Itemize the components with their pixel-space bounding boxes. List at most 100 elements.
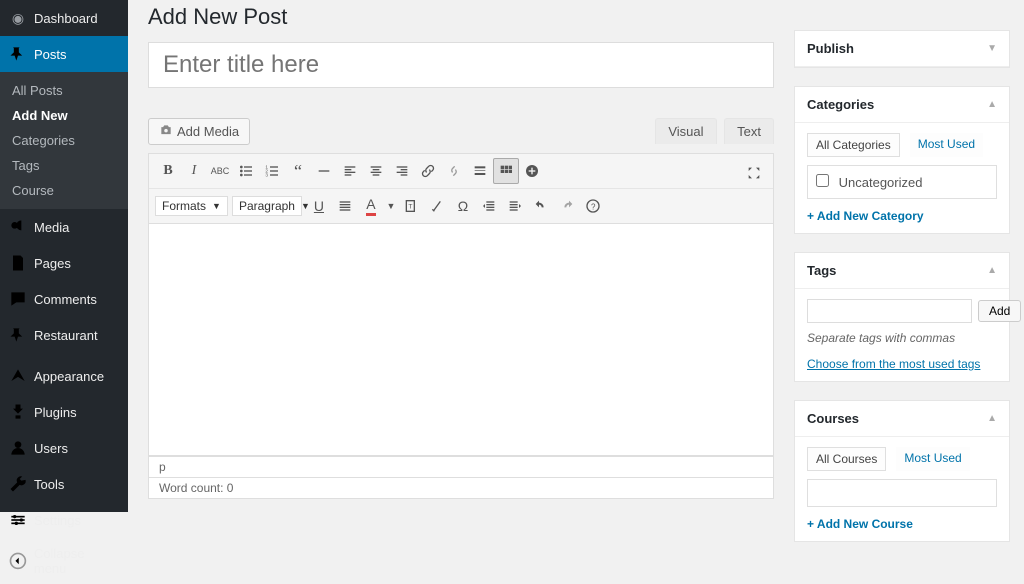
tools-icon — [8, 474, 28, 494]
categories-title: Categories — [807, 97, 874, 112]
add-new-course-link[interactable]: + Add New Course — [807, 517, 913, 531]
align-right-button[interactable] — [389, 158, 415, 184]
paragraph-select[interactable]: Paragraph ▼ — [232, 196, 302, 216]
sidebar-item-posts[interactable]: Posts — [0, 36, 128, 72]
align-justify-button[interactable] — [332, 193, 358, 219]
settings-icon — [8, 510, 28, 530]
tags-header[interactable]: Tags ▲ — [795, 253, 1009, 289]
special-char-button[interactable]: Ω — [450, 193, 476, 219]
caret-down-icon: ▼ — [212, 201, 221, 211]
link-button[interactable] — [415, 158, 441, 184]
element-path: p — [148, 456, 774, 478]
text-color-button[interactable]: A — [358, 193, 384, 219]
sidebar-label-tools: Tools — [34, 477, 64, 492]
read-more-button[interactable] — [467, 158, 493, 184]
sidebar-item-users[interactable]: Users — [0, 430, 128, 466]
comments-icon — [8, 289, 28, 309]
editor-canvas[interactable] — [148, 224, 774, 456]
add-media-button[interactable]: Add Media — [148, 118, 250, 145]
align-left-button[interactable] — [337, 158, 363, 184]
uncategorized-label: Uncategorized — [839, 175, 923, 190]
tab-all-courses[interactable]: All Courses — [807, 447, 886, 471]
tab-text[interactable]: Text — [724, 118, 774, 144]
outdent-button[interactable] — [476, 193, 502, 219]
text-color-caret[interactable]: ▼ — [384, 193, 398, 219]
sidebar-label-users: Users — [34, 441, 68, 456]
sidebar-item-restaurant[interactable]: Restaurant — [0, 317, 128, 353]
triangle-down-icon: ▼ — [987, 43, 997, 54]
italic-button[interactable]: I — [181, 158, 207, 184]
sidebar-item-media[interactable]: Media — [0, 209, 128, 245]
sidebar-sub-all-posts[interactable]: All Posts — [0, 78, 128, 103]
hr-button[interactable] — [311, 158, 337, 184]
sidebar-label-pages: Pages — [34, 256, 71, 271]
triangle-up-icon: ▲ — [987, 413, 997, 424]
camera-icon — [159, 123, 173, 140]
sidebar-item-collapse[interactable]: Collapse menu — [0, 538, 128, 584]
collapse-icon — [8, 551, 28, 571]
add-media-label: Add Media — [177, 124, 239, 139]
numbered-list-button[interactable]: 123 — [259, 158, 285, 184]
triangle-up-icon: ▲ — [987, 265, 997, 276]
sidebar-label-appearance: Appearance — [34, 369, 104, 384]
svg-text:?: ? — [591, 202, 596, 211]
sidebar-sub-course[interactable]: Course — [0, 178, 128, 203]
clear-format-button[interactable] — [424, 193, 450, 219]
sidebar-label-media: Media — [34, 220, 69, 235]
media-icon — [8, 217, 28, 237]
bold-button[interactable]: B — [155, 158, 181, 184]
sidebar-item-dashboard[interactable]: ◉ Dashboard — [0, 0, 128, 36]
courses-metabox: Courses ▲ All Courses Most Used + Add Ne… — [794, 400, 1010, 542]
add-new-category-link[interactable]: + Add New Category — [807, 209, 924, 223]
tab-visual[interactable]: Visual — [655, 118, 716, 144]
help-button[interactable]: ? — [580, 193, 606, 219]
toolbar-toggle-button[interactable] — [493, 158, 519, 184]
pin-icon — [8, 325, 28, 345]
unlink-button[interactable] — [441, 158, 467, 184]
uncategorized-checkbox[interactable] — [816, 174, 829, 187]
publish-header[interactable]: Publish ▼ — [795, 31, 1009, 67]
redo-button[interactable] — [554, 193, 580, 219]
category-uncategorized[interactable]: Uncategorized — [816, 175, 922, 190]
paste-text-button[interactable]: T — [398, 193, 424, 219]
strike-button[interactable]: ABC — [207, 158, 233, 184]
indent-button[interactable] — [502, 193, 528, 219]
formats-select[interactable]: Formats ▼ — [155, 196, 228, 216]
add-button[interactable] — [519, 158, 545, 184]
sidebar-label-dashboard: Dashboard — [34, 11, 98, 26]
sidebar-sub-add-new[interactable]: Add New — [0, 103, 128, 128]
sidebar-sub-categories[interactable]: Categories — [0, 128, 128, 153]
sidebar-item-pages[interactable]: Pages — [0, 245, 128, 281]
bullet-list-button[interactable] — [233, 158, 259, 184]
sidebar-item-tools[interactable]: Tools — [0, 466, 128, 502]
formats-label: Formats — [162, 199, 206, 213]
tab-most-used-categories[interactable]: Most Used — [910, 133, 983, 157]
tab-most-used-courses[interactable]: Most Used — [896, 447, 969, 471]
align-center-button[interactable] — [363, 158, 389, 184]
right-column: Publish ▼ Categories ▲ All Categories Mo… — [794, 0, 1024, 560]
sidebar-item-appearance[interactable]: Appearance — [0, 358, 128, 394]
appearance-icon — [8, 366, 28, 386]
post-title-input[interactable] — [148, 42, 774, 88]
sidebar-item-comments[interactable]: Comments — [0, 281, 128, 317]
paragraph-label: Paragraph — [239, 199, 295, 213]
tab-all-categories[interactable]: All Categories — [807, 133, 900, 157]
editor-toolbar: B I ABC 123 “ — [148, 153, 774, 224]
add-tag-button[interactable]: Add — [978, 300, 1021, 322]
editor-mode-tabs: Visual Text — [655, 118, 774, 144]
categories-header[interactable]: Categories ▲ — [795, 87, 1009, 123]
choose-tags-link[interactable]: Choose from the most used tags — [807, 357, 980, 371]
undo-button[interactable] — [528, 193, 554, 219]
editor-container: Add Media Visual Text B I ABC 123 “ — [148, 118, 774, 499]
sidebar-sub-tags[interactable]: Tags — [0, 153, 128, 178]
categories-metabox: Categories ▲ All Categories Most Used Un… — [794, 86, 1010, 234]
blockquote-button[interactable]: “ — [285, 158, 311, 184]
fullscreen-button[interactable] — [741, 160, 767, 186]
courses-header[interactable]: Courses ▲ — [795, 401, 1009, 437]
underline-button[interactable]: U — [306, 193, 332, 219]
sidebar-item-plugins[interactable]: Plugins — [0, 394, 128, 430]
page-title: Add New Post — [148, 0, 774, 42]
sidebar-item-settings[interactable]: Settings — [0, 502, 128, 538]
users-icon — [8, 438, 28, 458]
tag-input[interactable] — [807, 299, 972, 323]
